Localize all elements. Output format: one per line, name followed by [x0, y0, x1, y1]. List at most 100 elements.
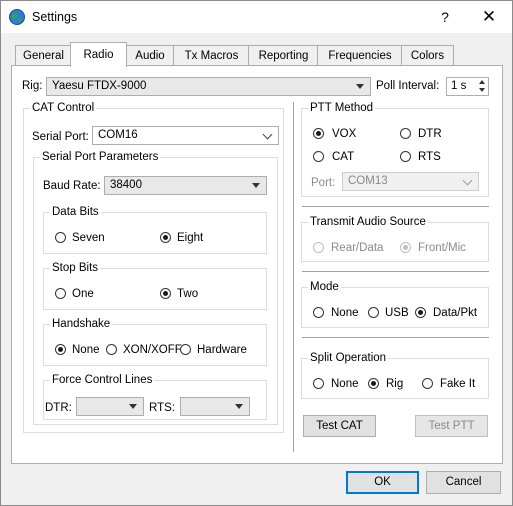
dropdown-arrow-icon: [235, 404, 243, 409]
title-bar: Settings ? ✕: [1, 1, 512, 33]
rts-select[interactable]: [180, 397, 250, 416]
mode-usb-radio[interactable]: [368, 307, 379, 318]
rts-label: RTS:: [149, 402, 175, 414]
dropdown-arrow-icon: [356, 84, 364, 89]
handshake-hardware-radio[interactable]: [180, 344, 191, 355]
split-none-label[interactable]: None: [331, 377, 359, 391]
mode-usb-label[interactable]: USB: [385, 306, 409, 320]
tab-audio[interactable]: Audio: [125, 45, 175, 66]
cancel-button[interactable]: Cancel: [426, 471, 501, 494]
audio-front-mic-radio[interactable]: [400, 242, 411, 253]
mode-none-radio[interactable]: [313, 307, 324, 318]
spin-down-icon[interactable]: [476, 86, 488, 94]
data-bits-seven-label[interactable]: Seven: [72, 231, 105, 245]
tab-radio[interactable]: Radio: [70, 42, 127, 67]
split-fake-it-radio[interactable]: [422, 378, 433, 389]
stop-bits-group: Stop Bits One Two: [43, 261, 267, 310]
ptt-cat-radio[interactable]: [313, 151, 324, 162]
stop-bits-one-radio[interactable]: [55, 288, 66, 299]
stop-bits-one-label[interactable]: One: [72, 287, 94, 301]
ptt-vox-label[interactable]: VOX: [332, 127, 356, 141]
tab-reporting[interactable]: Reporting: [248, 45, 319, 66]
handshake-xonxoff-label[interactable]: XON/XOFF: [123, 343, 182, 357]
force-control-lines-group: Force Control Lines DTR: RTS:: [43, 373, 267, 420]
transmit-audio-source-title: Transmit Audio Source: [308, 215, 428, 229]
serial-port-select[interactable]: COM16: [92, 126, 279, 145]
horizontal-separator: [302, 337, 489, 338]
stop-bits-two-radio[interactable]: [160, 288, 171, 299]
spin-up-icon[interactable]: [476, 78, 488, 86]
window-title: Settings: [32, 10, 78, 24]
tab-general[interactable]: General: [15, 45, 72, 66]
handshake-hardware-label[interactable]: Hardware: [197, 343, 247, 357]
ok-button[interactable]: OK: [346, 471, 419, 494]
handshake-title: Handshake: [50, 317, 113, 331]
handshake-none-label[interactable]: None: [72, 343, 100, 357]
handshake-none-radio[interactable]: [55, 344, 66, 355]
baud-rate-value: 38400: [110, 179, 142, 191]
globe-icon: [9, 9, 25, 25]
audio-front-mic-label[interactable]: Front/Mic: [418, 241, 466, 255]
rig-select[interactable]: Yaesu FTDX-9000: [46, 77, 371, 96]
horizontal-separator: [302, 206, 489, 207]
ptt-cat-label[interactable]: CAT: [332, 150, 354, 164]
ptt-method-title: PTT Method: [308, 101, 376, 115]
dropdown-arrow-icon: [129, 404, 137, 409]
data-bits-eight-label[interactable]: Eight: [177, 231, 203, 245]
serial-port-label: Serial Port:: [32, 131, 89, 143]
ptt-port-value: COM13: [348, 175, 388, 187]
dtr-label: DTR:: [45, 402, 72, 414]
audio-rear-data-label[interactable]: Rear/Data: [331, 241, 383, 255]
cat-control-title: CAT Control: [30, 101, 97, 115]
split-rig-radio[interactable]: [368, 378, 379, 389]
ptt-port-label: Port:: [311, 177, 336, 189]
transmit-audio-source-group: Transmit Audio Source Rear/Data Front/Mi…: [301, 215, 489, 262]
data-bits-eight-radio[interactable]: [160, 232, 171, 243]
poll-interval-value: 1 s: [451, 80, 467, 92]
ptt-method-group: PTT Method VOX DTR CAT RTS Port: COM13: [301, 101, 489, 197]
ptt-vox-radio[interactable]: [313, 128, 324, 139]
ptt-rts-label[interactable]: RTS: [418, 150, 441, 164]
tab-tx-macros[interactable]: Tx Macros: [173, 45, 250, 66]
split-rig-label[interactable]: Rig: [386, 377, 403, 391]
ptt-port-select[interactable]: COM13: [342, 172, 479, 191]
mode-title: Mode: [308, 280, 341, 294]
data-bits-group: Data Bits Seven Eight: [43, 205, 267, 254]
stop-bits-two-label[interactable]: Two: [177, 287, 198, 301]
mode-data-pkt-radio[interactable]: [415, 307, 426, 318]
chevron-down-icon: [262, 129, 273, 140]
data-bits-title: Data Bits: [50, 205, 101, 219]
mode-data-pkt-label[interactable]: Data/Pkt: [433, 306, 477, 320]
dtr-select[interactable]: [76, 397, 144, 416]
ptt-rts-radio[interactable]: [400, 151, 411, 162]
settings-window: Settings ? ✕ General Radio Audio Tx Macr…: [0, 0, 513, 506]
close-button[interactable]: ✕: [468, 5, 510, 29]
audio-rear-data-radio[interactable]: [313, 242, 324, 253]
data-bits-seven-radio[interactable]: [55, 232, 66, 243]
mode-group: Mode None USB Data/Pkt: [301, 280, 489, 328]
test-ptt-button[interactable]: Test PTT: [415, 415, 488, 437]
test-cat-button[interactable]: Test CAT: [303, 415, 376, 437]
poll-interval-spinner[interactable]: 1 s: [446, 77, 489, 96]
serial-port-parameters-title: Serial Port Parameters: [40, 150, 161, 164]
ptt-dtr-label[interactable]: DTR: [418, 127, 442, 141]
split-operation-group: Split Operation None Rig Fake It: [301, 351, 489, 399]
chevron-down-icon: [462, 175, 473, 186]
dropdown-arrow-icon: [252, 183, 260, 188]
radio-tab-panel: Rig: Yaesu FTDX-9000 Poll Interval: 1 s …: [11, 65, 503, 464]
tab-frequencies[interactable]: Frequencies: [317, 45, 403, 66]
help-button[interactable]: ?: [426, 5, 464, 29]
force-control-lines-title: Force Control Lines: [50, 373, 155, 387]
split-fake-it-label[interactable]: Fake It: [440, 377, 475, 391]
rig-value: Yaesu FTDX-9000: [52, 80, 147, 92]
mode-none-label[interactable]: None: [331, 306, 359, 320]
ptt-dtr-radio[interactable]: [400, 128, 411, 139]
baud-rate-select[interactable]: 38400: [104, 176, 267, 195]
handshake-xonxoff-radio[interactable]: [106, 344, 117, 355]
stop-bits-title: Stop Bits: [50, 261, 101, 275]
vertical-separator: [293, 102, 294, 452]
handshake-group: Handshake None XON/XOFF Hardware: [43, 317, 267, 366]
split-none-radio[interactable]: [313, 378, 324, 389]
tab-colors[interactable]: Colors: [401, 45, 454, 66]
serial-port-parameters-group: Serial Port Parameters Baud Rate: 38400 …: [33, 150, 278, 425]
